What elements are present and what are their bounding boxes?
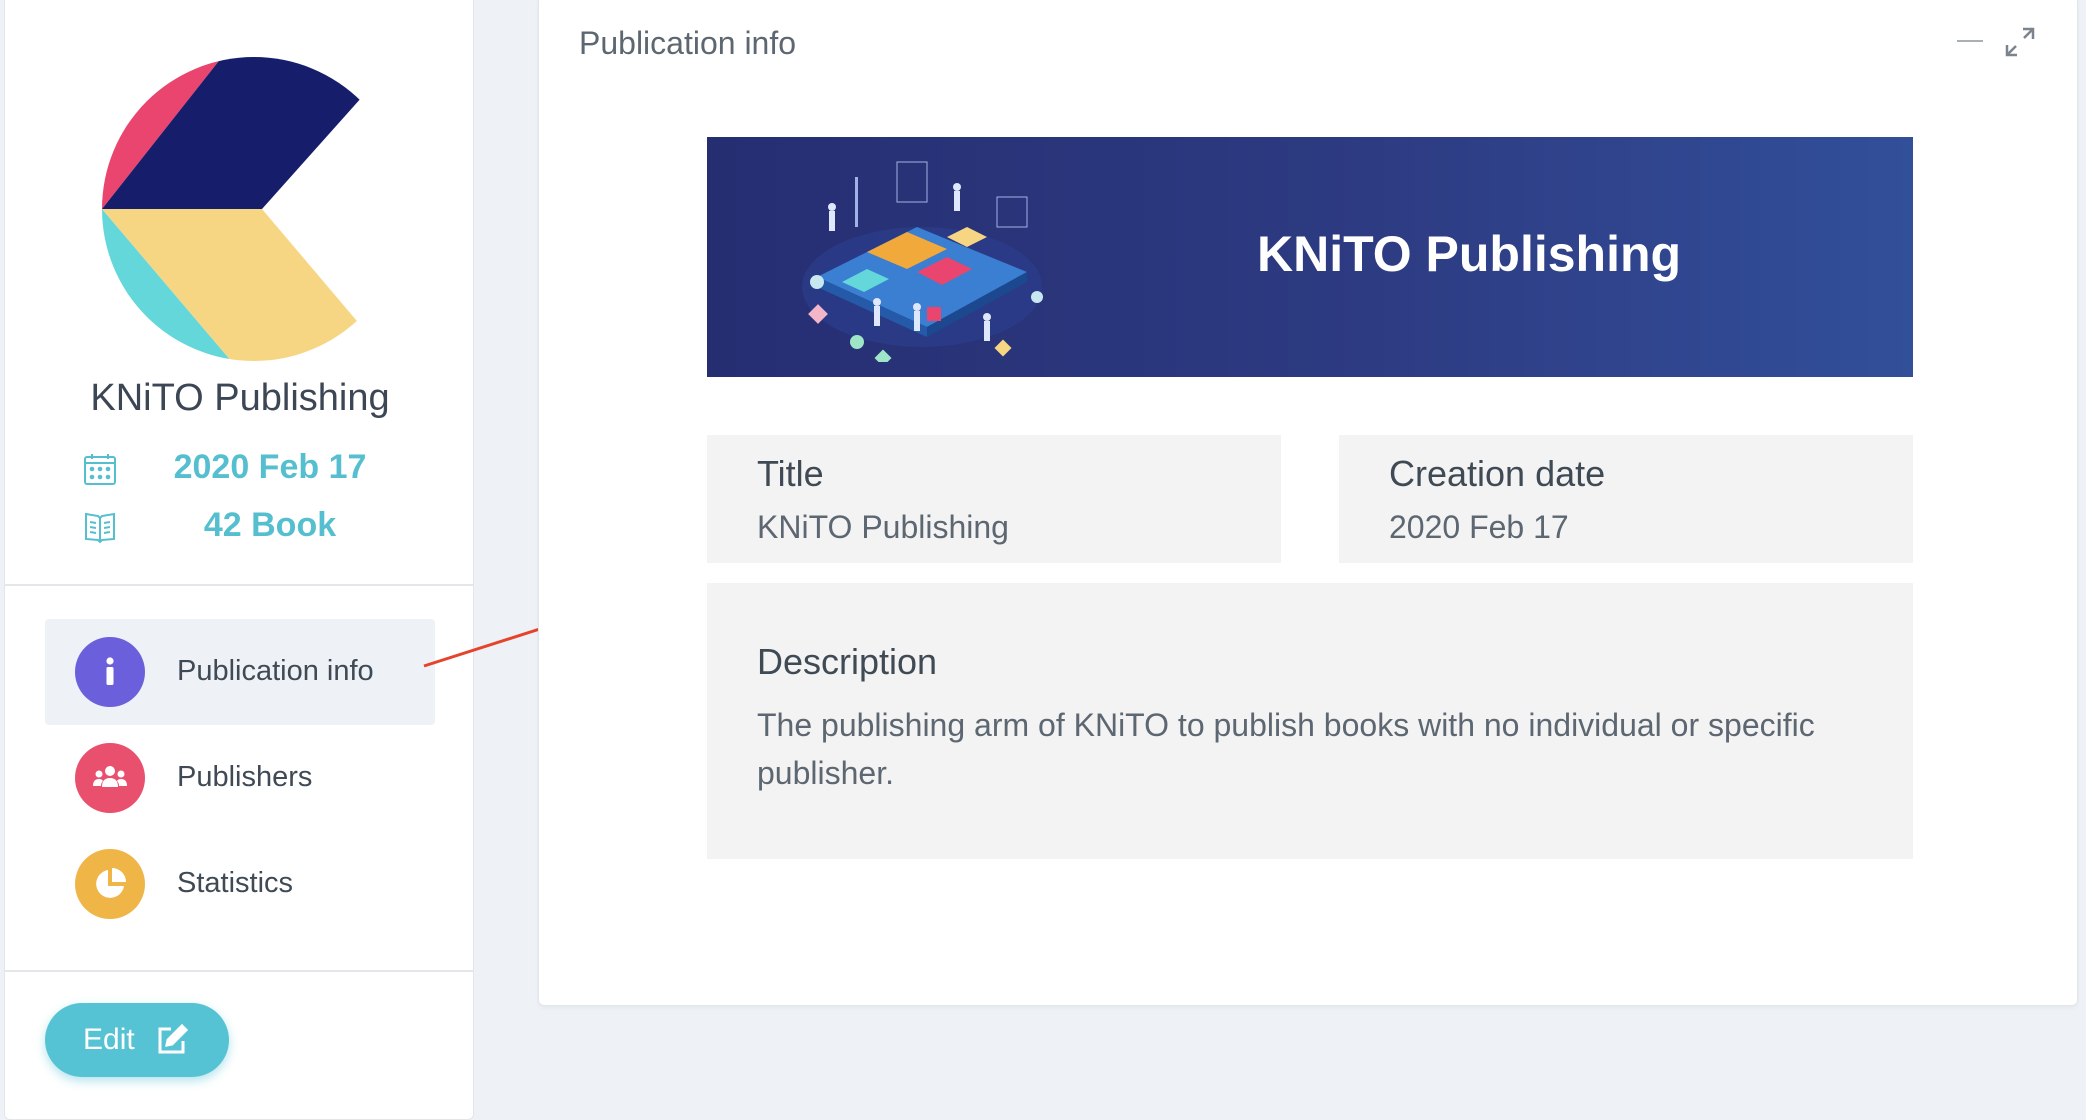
pie-chart-icon bbox=[75, 849, 145, 919]
description-value: The publishing arm of KNiTO to publish b… bbox=[757, 707, 1815, 791]
description-field: Description The publishing arm of KNiTO … bbox=[707, 583, 1913, 859]
card-title: Publication info bbox=[579, 25, 797, 61]
nav-item-label: Publication info bbox=[177, 655, 374, 687]
description-label: Description bbox=[757, 641, 938, 682]
book-icon bbox=[85, 512, 115, 544]
nav-item-publishers[interactable]: Publishers bbox=[45, 725, 435, 831]
divider bbox=[5, 584, 473, 586]
minimize-icon[interactable] bbox=[1957, 39, 1983, 43]
book-count-value: 42 Book bbox=[203, 506, 337, 544]
banner-title: KNiTO Publishing bbox=[1257, 226, 1682, 282]
nav-item-label: Publishers bbox=[177, 761, 313, 793]
creation-date-field: Creation date 2020 Feb 17 bbox=[1339, 435, 1913, 563]
nav-item-label: Statistics bbox=[177, 867, 294, 899]
title-field: Title KNiTO Publishing bbox=[707, 435, 1281, 563]
edit-button-label: Edit bbox=[83, 1023, 135, 1056]
creation-date-field-value: 2020 Feb 17 bbox=[1389, 509, 1569, 545]
calendar-icon bbox=[84, 454, 116, 485]
creation-date-label: Creation date bbox=[1389, 453, 1606, 494]
users-icon bbox=[75, 743, 145, 813]
edit-icon bbox=[158, 1023, 189, 1054]
publication-info-card: Publication info KNiTO Publishing Title … bbox=[538, 0, 2078, 1006]
title-value: KNiTO Publishing bbox=[757, 509, 1009, 545]
expand-icon[interactable] bbox=[2003, 25, 2037, 59]
banner-illustration bbox=[802, 161, 1043, 362]
book-count-row: 42 Book bbox=[75, 504, 475, 550]
creation-date-value: 2020 Feb 17 bbox=[173, 448, 367, 486]
nav-item-statistics[interactable]: Statistics bbox=[45, 831, 435, 937]
divider bbox=[5, 970, 473, 972]
edit-button[interactable]: Edit bbox=[45, 1003, 229, 1077]
info-icon bbox=[75, 637, 145, 707]
publisher-name: KNiTO Publishing bbox=[90, 377, 390, 419]
publisher-banner: KNiTO Publishing bbox=[707, 137, 1913, 377]
creation-date-row: 2020 Feb 17 bbox=[75, 446, 475, 492]
nav-item-publication-info[interactable]: Publication info bbox=[45, 619, 435, 725]
title-label: Title bbox=[757, 453, 824, 494]
publisher-logo bbox=[102, 57, 362, 361]
publisher-sidebar: KNiTO Publishing 2020 Feb 17 42 Book Pub… bbox=[4, 0, 474, 1120]
